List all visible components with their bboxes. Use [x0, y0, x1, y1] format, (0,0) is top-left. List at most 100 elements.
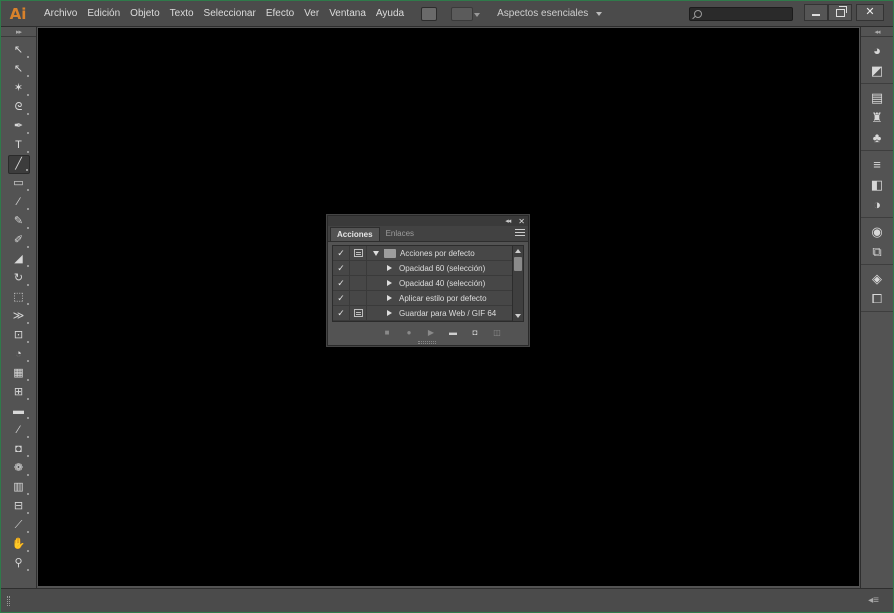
- menu-texto[interactable]: Texto: [165, 1, 199, 27]
- close-button[interactable]: ✕: [856, 4, 884, 21]
- blob-brush-icon: ✐: [13, 234, 24, 246]
- toggle-dialog-cell[interactable]: [350, 275, 367, 291]
- zoom-tool[interactable]: ⚲: [8, 554, 30, 573]
- toggle-dialog-cell[interactable]: [350, 290, 367, 306]
- tab-enlaces[interactable]: Enlaces: [380, 227, 420, 241]
- arrange-documents-button[interactable]: [451, 6, 481, 21]
- list-item[interactable]: ✓ Opacidad 60 (selección): [333, 260, 523, 276]
- menu-seleccionar[interactable]: Seleccionar: [199, 1, 261, 27]
- list-item[interactable]: ✓ Acciones por defecto: [333, 246, 523, 261]
- free-transform-tool[interactable]: ⊡: [8, 326, 30, 345]
- menu-ver[interactable]: Ver: [299, 1, 324, 27]
- artboards-panel-icon[interactable]: ⧠: [866, 288, 888, 308]
- menu-edicion[interactable]: Edición: [82, 1, 125, 27]
- workspace-switcher[interactable]: Aspectos esenciales: [497, 8, 603, 19]
- artboard-tool[interactable]: ⊟: [8, 497, 30, 516]
- shape-builder-tool[interactable]: ◔: [8, 345, 30, 364]
- eyedropper-tool[interactable]: ⁄: [8, 421, 30, 440]
- toggle-item-checkbox[interactable]: ✓: [333, 260, 350, 276]
- scroll-up-icon[interactable]: [515, 249, 521, 253]
- pen-tool[interactable]: ✒: [8, 117, 30, 136]
- gradient-panel-icon[interactable]: ◧: [866, 174, 888, 194]
- menu-efecto[interactable]: Efecto: [261, 1, 299, 27]
- slice-tool[interactable]: ⟋: [8, 516, 30, 535]
- hand-tool[interactable]: ✋: [8, 535, 30, 554]
- actions-scrollbar[interactable]: [512, 246, 523, 321]
- minimize-button[interactable]: [804, 4, 828, 21]
- menu-archivo[interactable]: Archivo: [39, 1, 82, 27]
- blob-brush-tool[interactable]: ✐: [8, 231, 30, 250]
- type-icon: T: [15, 139, 22, 151]
- collapse-triangle-icon[interactable]: [387, 265, 392, 271]
- status-grip[interactable]: [7, 596, 10, 606]
- graphic-styles-panel-icon[interactable]: ⧉: [866, 241, 888, 261]
- transparency-panel-icon[interactable]: ◑: [866, 194, 888, 214]
- symbols-panel-icon[interactable]: ♣: [866, 127, 888, 147]
- search-input[interactable]: [704, 8, 790, 20]
- dock-group: ≡ ◧ ◑: [861, 151, 893, 218]
- stop-recording-icon[interactable]: ■: [378, 326, 396, 338]
- dock-expand[interactable]: ◂◂: [861, 27, 893, 37]
- lasso-tool[interactable]: ᘓ: [8, 98, 30, 117]
- toggle-dialog-cell[interactable]: [350, 260, 367, 276]
- scroll-down-icon[interactable]: [515, 314, 521, 318]
- menu-objeto[interactable]: Objeto: [125, 1, 164, 27]
- panel-titlebar[interactable]: ◂◂ ✕: [328, 216, 528, 226]
- bridge-button[interactable]: [421, 6, 438, 21]
- tools-panel-collapse[interactable]: ▸▸: [1, 27, 36, 37]
- new-set-icon[interactable]: ▬: [444, 326, 462, 338]
- mesh-tool[interactable]: ⊞: [8, 383, 30, 402]
- toggle-item-checkbox[interactable]: ✓: [333, 275, 350, 291]
- scale-tool[interactable]: ⬚: [8, 288, 30, 307]
- swatches-panel-icon[interactable]: ▤: [866, 87, 888, 107]
- gradient-tool[interactable]: ▬: [8, 402, 30, 421]
- toggle-item-checkbox[interactable]: ✓: [333, 305, 350, 321]
- collapse-triangle-icon[interactable]: [387, 280, 392, 286]
- color-guide-panel-icon[interactable]: ◩: [866, 60, 888, 80]
- column-graph-tool[interactable]: ▥: [8, 478, 30, 497]
- layers-panel-icon[interactable]: ◈: [866, 268, 888, 288]
- menu-ventana[interactable]: Ventana: [324, 1, 371, 27]
- begin-recording-icon[interactable]: ●: [400, 326, 418, 338]
- toggle-dialog-cell[interactable]: [350, 246, 367, 261]
- stroke-panel-icon[interactable]: ≡: [866, 154, 888, 174]
- restore-button[interactable]: [828, 4, 852, 21]
- magic-wand-tool[interactable]: ✶: [8, 79, 30, 98]
- blend-tool[interactable]: ◘: [8, 440, 30, 459]
- appearance-panel-icon[interactable]: ◉: [866, 221, 888, 241]
- toggle-item-checkbox[interactable]: ✓: [333, 290, 350, 306]
- collapse-icon[interactable]: ◂◂: [505, 217, 511, 225]
- tab-acciones[interactable]: Acciones: [330, 227, 380, 241]
- toggle-item-checkbox[interactable]: ✓: [333, 246, 350, 261]
- panel-menu-icon[interactable]: [515, 229, 525, 237]
- collapse-triangle-icon[interactable]: [387, 295, 392, 301]
- toggle-dialog-cell[interactable]: [350, 305, 367, 321]
- brushes-panel-icon[interactable]: ♜: [866, 107, 888, 127]
- rectangle-tool[interactable]: ▭: [8, 174, 30, 193]
- type-tool[interactable]: T: [8, 136, 30, 155]
- list-item[interactable]: ✓ Guardar para Web / GIF 64: [333, 305, 523, 321]
- menu-ayuda[interactable]: Ayuda: [371, 1, 409, 27]
- close-icon[interactable]: ✕: [518, 217, 525, 226]
- rotate-tool[interactable]: ↻: [8, 269, 30, 288]
- collapse-triangle-icon[interactable]: [387, 310, 392, 316]
- scroll-thumb[interactable]: [514, 257, 522, 271]
- pencil-tool[interactable]: ✎: [8, 212, 30, 231]
- line-segment-tool[interactable]: ╱: [7, 155, 30, 174]
- paintbrush-tool[interactable]: ∕: [8, 193, 30, 212]
- eraser-tool[interactable]: ◢: [8, 250, 30, 269]
- list-item[interactable]: ✓ Aplicar estilo por defecto: [333, 290, 523, 306]
- status-menu-icon[interactable]: ◂≡: [868, 595, 879, 606]
- symbol-sprayer-tool[interactable]: ❁: [8, 459, 30, 478]
- expand-triangle-icon[interactable]: [373, 250, 379, 256]
- play-selection-icon[interactable]: ▶: [422, 326, 440, 338]
- perspective-grid-tool[interactable]: ▦: [8, 364, 30, 383]
- selection-tool[interactable]: ↖: [8, 41, 30, 60]
- new-action-icon[interactable]: ◘: [466, 326, 484, 338]
- width-tool[interactable]: ≫: [8, 307, 30, 326]
- panel-resize-grip[interactable]: [418, 341, 436, 344]
- list-item[interactable]: ✓ Opacidad 40 (selección): [333, 275, 523, 291]
- color-panel-icon[interactable]: ◕: [866, 40, 888, 60]
- delete-icon[interactable]: ◫: [488, 326, 506, 338]
- direct-selection-tool[interactable]: ↖: [8, 60, 30, 79]
